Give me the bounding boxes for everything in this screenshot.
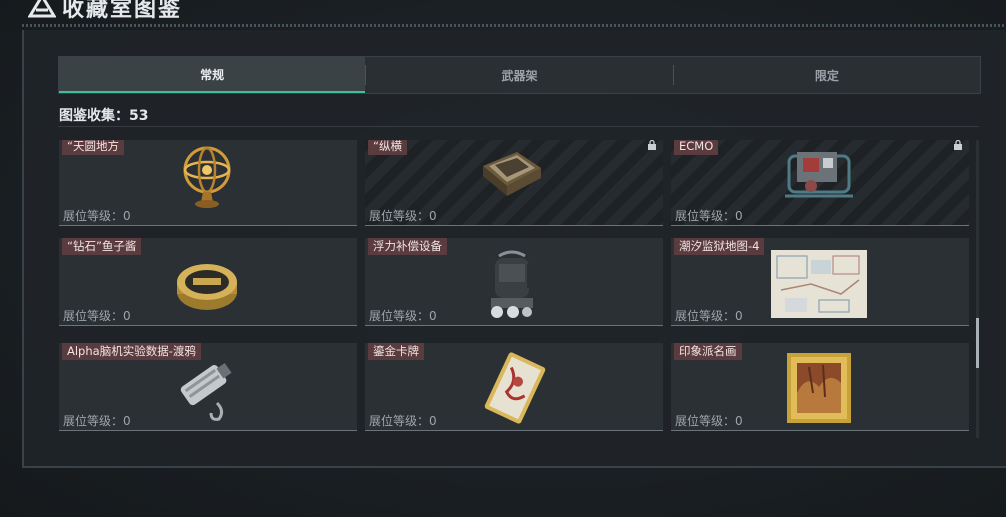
tab-weapon-rack[interactable]: 武器架 — [366, 57, 672, 93]
booth-level: 展位等级：0 — [63, 414, 131, 428]
item-name-tag: ECMO — [674, 140, 719, 155]
lock-icon — [954, 140, 962, 150]
map-icon — [771, 250, 867, 318]
item-card[interactable]: ECMO 展位等级：0 — [671, 140, 969, 226]
buoyancy-device-icon — [491, 250, 535, 318]
lock-icon — [648, 140, 656, 150]
item-grid: “天圆地方 展位等级：0 “纵横 展位等级：0 ECMO 展位等级：0 “钻石”… — [59, 140, 969, 438]
item-name-tag: 浮力补偿设备 — [368, 238, 447, 255]
item-card[interactable]: 鎏金卡牌 展位等级：0 — [365, 343, 663, 431]
gilded-card-icon — [484, 352, 546, 424]
scrollbar-track[interactable] — [976, 140, 979, 438]
item-card[interactable]: 印象派名画 展位等级：0 — [671, 343, 969, 431]
booth-level: 展位等级：0 — [369, 309, 437, 323]
title-bar: 收藏室图鉴 — [0, 0, 1006, 22]
tab-bar: 常规 武器架 限定 — [58, 56, 981, 94]
booth-level: 展位等级：0 — [369, 209, 437, 223]
chessboard-icon — [483, 152, 541, 196]
item-card[interactable]: “纵横 展位等级：0 — [365, 140, 663, 226]
caviar-tin-icon — [177, 264, 237, 310]
item-card[interactable]: 潮汐监狱地图-4 展位等级：0 — [671, 238, 969, 326]
item-name-tag: 潮汐监狱地图-4 — [674, 238, 765, 255]
ecmo-machine-icon — [785, 152, 853, 198]
item-name-tag: “天圆地方 — [62, 140, 124, 155]
tab-regular[interactable]: 常规 — [59, 57, 366, 93]
item-name-tag: 鎏金卡牌 — [368, 343, 424, 360]
collection-count: 图鉴收集：53 — [59, 108, 149, 124]
item-card[interactable]: 浮力补偿设备 展位等级：0 — [365, 238, 663, 326]
booth-level: 展位等级：0 — [369, 414, 437, 428]
tab-limited[interactable]: 限定 — [674, 57, 980, 93]
booth-level: 展位等级：0 — [63, 309, 131, 323]
booth-level: 展位等级：0 — [675, 209, 743, 223]
booth-level: 展位等级：0 — [675, 309, 743, 323]
section-divider — [58, 126, 979, 127]
item-name-tag: “纵横 — [368, 140, 407, 155]
item-card[interactable]: “天圆地方 展位等级：0 — [59, 140, 357, 226]
data-drive-icon — [180, 362, 232, 421]
armillary-sphere-icon — [183, 146, 231, 208]
booth-level: 展位等级：0 — [63, 209, 131, 223]
item-name-tag: 印象派名画 — [674, 343, 742, 360]
item-card[interactable]: “钻石”鱼子酱 展位等级：0 — [59, 238, 357, 326]
title-divider — [22, 24, 1006, 27]
scrollbar-thumb[interactable] — [976, 318, 979, 368]
booth-level: 展位等级：0 — [675, 414, 743, 428]
framed-painting-icon — [787, 353, 851, 423]
warning-triangle-icon — [28, 0, 56, 18]
item-card[interactable]: Alpha脑机实验数据-渡鸦 展位等级：0 — [59, 343, 357, 431]
item-name-tag: “钻石”鱼子酱 — [62, 238, 142, 255]
page-title: 收藏室图鉴 — [62, 0, 183, 22]
